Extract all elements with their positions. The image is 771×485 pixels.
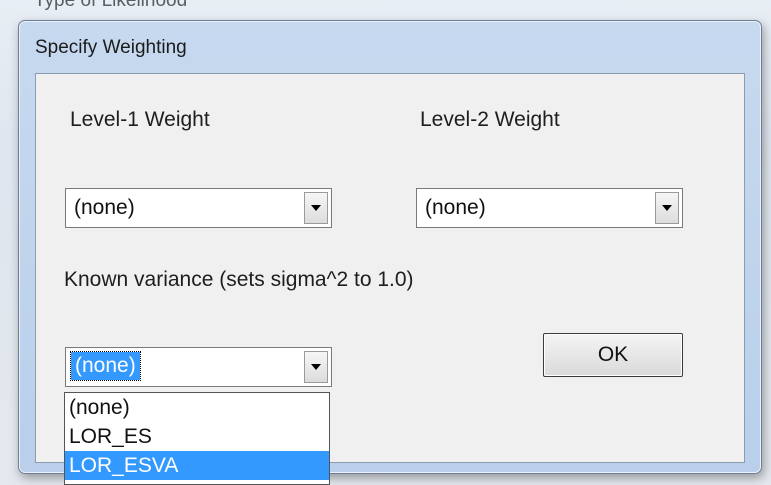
level1-weight-value: (none)	[74, 196, 135, 219]
chevron-down-icon	[311, 364, 321, 370]
list-item[interactable]: LOR_ES	[65, 422, 329, 451]
dialog-title: Specify Weighting	[35, 37, 187, 58]
chevron-down-icon	[662, 205, 672, 211]
level2-dropdown-button[interactable]	[655, 192, 679, 224]
level1-dropdown-button[interactable]	[304, 192, 328, 224]
known-variance-dropdown-list[interactable]: (none) LOR_ES LOR_ESVA	[64, 392, 330, 485]
known-variance-dropdown-button[interactable]	[304, 351, 328, 383]
list-item-highlighted[interactable]: LOR_ESVA	[65, 451, 329, 480]
level1-weight-combo[interactable]: (none)	[65, 188, 332, 228]
chevron-down-icon	[311, 205, 321, 211]
ok-button[interactable]: OK	[543, 333, 683, 377]
known-variance-value: (none)	[70, 351, 141, 381]
known-variance-label: Known variance (sets sigma^2 to 1.0)	[64, 268, 414, 291]
level2-weight-label: Level-2 Weight	[420, 108, 560, 131]
background-window-title: Type of Likelihood	[34, 0, 188, 11]
level1-weight-label: Level-1 Weight	[70, 108, 210, 131]
list-item[interactable]: (none)	[65, 393, 329, 422]
known-variance-combo[interactable]: (none)	[65, 347, 332, 387]
level2-weight-value: (none)	[425, 196, 486, 219]
level2-weight-combo[interactable]: (none)	[416, 188, 683, 228]
